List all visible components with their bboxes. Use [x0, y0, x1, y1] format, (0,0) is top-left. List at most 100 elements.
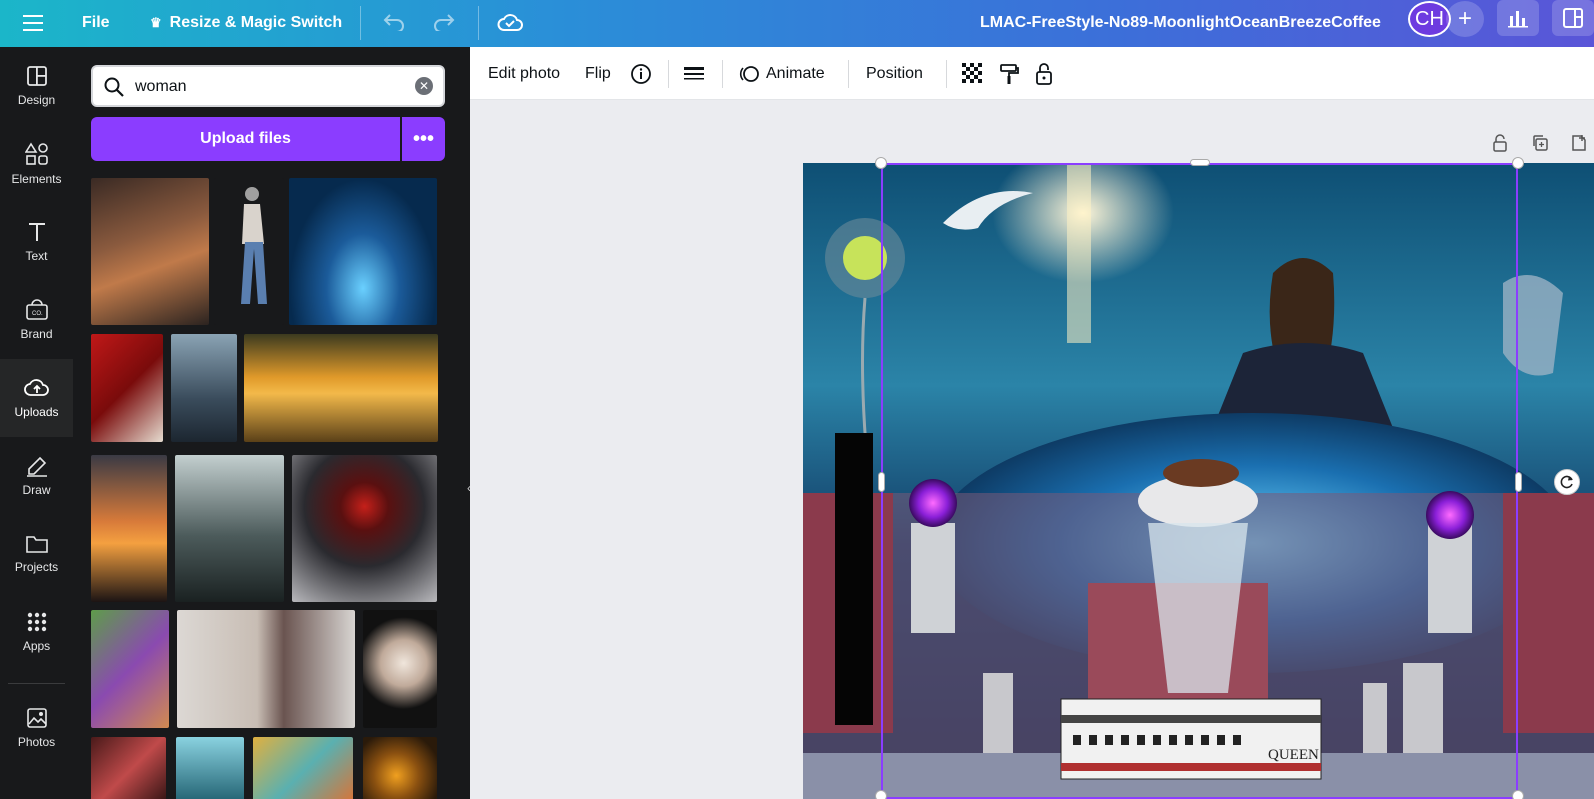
upload-thumbnail[interactable] [292, 455, 437, 602]
upload-thumbnail[interactable] [91, 455, 167, 602]
resize-handle[interactable] [1512, 157, 1524, 169]
design-artboard[interactable]: QUEEN [803, 163, 1594, 799]
divider [848, 60, 849, 88]
upload-thumbnail[interactable] [91, 178, 209, 325]
plus-icon[interactable]: + [1446, 1, 1484, 37]
rail-label: Design [17, 93, 56, 107]
resize-magic-switch-button[interactable]: ♛ Resize & Magic Switch [150, 14, 342, 32]
upload-thumbnail[interactable] [176, 737, 244, 799]
divider [946, 60, 947, 88]
rail-item-uploads[interactable]: Uploads [0, 359, 73, 437]
document-title[interactable]: LMAC-FreeStyle-No89-MoonlightOceanBreeze… [980, 14, 1381, 32]
upload-thumbnail[interactable] [253, 737, 353, 799]
search-field[interactable]: woman ✕ [91, 65, 445, 107]
transparency-icon[interactable] [962, 47, 984, 100]
resize-handle[interactable] [1512, 790, 1524, 799]
divider [722, 60, 723, 88]
upload-thumbnail[interactable] [91, 334, 163, 442]
rail-item-draw[interactable]: Draw [0, 437, 73, 515]
rail-item-design[interactable]: Design [0, 47, 73, 125]
svg-text:CO.: CO. [32, 311, 43, 317]
upload-thumbnail[interactable] [91, 610, 169, 728]
flip-button[interactable]: Flip [585, 47, 611, 100]
resize-handle[interactable] [1190, 159, 1210, 166]
rail-label: Text [25, 249, 48, 263]
rail-label: Photos [17, 735, 56, 749]
uploads-panel: woman ✕ Upload files ••• [73, 47, 470, 799]
divider [360, 6, 361, 40]
collage-image: QUEEN [803, 163, 1594, 799]
rail-label: Uploads [14, 405, 59, 419]
boat-name: QUEEN [1268, 747, 1319, 763]
upload-row: Upload files ••• [91, 117, 445, 161]
rail-item-projects[interactable]: Projects [0, 515, 73, 593]
folder-icon [25, 536, 48, 553]
upload-files-button[interactable]: Upload files [91, 117, 400, 161]
brand-icon: CO. [25, 299, 48, 320]
avatar[interactable]: CH [1408, 1, 1451, 37]
redo-icon[interactable] [428, 6, 460, 38]
rail-label: Draw [22, 483, 51, 497]
info-icon[interactable] [630, 47, 652, 100]
text-icon [28, 223, 45, 241]
page-lock-icon[interactable] [1492, 134, 1508, 157]
upload-thumbnail[interactable] [171, 334, 237, 442]
edit-photo-button[interactable]: Edit photo [488, 47, 560, 100]
resize-handle[interactable] [875, 790, 887, 799]
clear-search-icon[interactable]: ✕ [415, 77, 433, 95]
border-style-icon[interactable] [684, 47, 704, 100]
upload-thumbnail[interactable] [214, 178, 284, 325]
design-icon [26, 66, 47, 86]
rail-item-text[interactable]: Text [0, 203, 73, 281]
file-menu-button[interactable]: File [82, 14, 110, 32]
undo-icon[interactable] [378, 6, 410, 38]
panel-icon [1563, 8, 1583, 28]
rail-item-apps[interactable]: Apps [0, 593, 73, 671]
position-button[interactable]: Position [866, 47, 923, 100]
rail-label: Brand [20, 327, 53, 341]
upload-thumbnail[interactable] [177, 610, 355, 728]
resize-handle[interactable] [1515, 472, 1522, 492]
more-options-button[interactable]: ••• [402, 117, 445, 161]
add-page-icon[interactable] [1570, 134, 1588, 157]
upload-thumbnail[interactable] [244, 334, 438, 442]
rail-item-elements[interactable]: Elements [0, 125, 73, 203]
upload-thumbnail[interactable] [175, 455, 284, 602]
rail-label: Apps [22, 639, 51, 653]
panel-button[interactable] [1552, 0, 1594, 36]
top-bar: File ♛ Resize & Magic Switch LMAC-FreeSt… [0, 0, 1594, 47]
left-rail: Design Elements Text CO. Brand Uploads D… [0, 47, 73, 799]
animate-icon [739, 65, 759, 82]
rail-item-brand[interactable]: CO. Brand [0, 281, 73, 359]
divider [668, 60, 669, 88]
upload-thumbnail[interactable] [91, 737, 166, 799]
crown-icon: ♛ [150, 15, 162, 30]
apps-icon [27, 612, 46, 632]
rotate-icon[interactable] [1554, 469, 1580, 495]
context-toolbar: Edit photo Flip Animate Position [470, 47, 1594, 100]
divider [8, 683, 65, 684]
lock-icon[interactable] [1034, 47, 1054, 100]
rail-label: Projects [14, 560, 59, 574]
upload-thumbnail[interactable] [289, 178, 437, 325]
elements-icon [24, 142, 48, 165]
resize-handle[interactable] [878, 472, 885, 492]
analytics-button[interactable] [1497, 0, 1539, 36]
menu-icon[interactable] [18, 8, 48, 38]
photo-icon [26, 708, 47, 728]
duplicate-page-icon[interactable] [1531, 134, 1549, 157]
upload-thumbnail[interactable] [363, 610, 437, 728]
resize-handle[interactable] [875, 157, 887, 169]
rail-label: Elements [11, 172, 62, 186]
search-icon [104, 77, 124, 97]
search-input[interactable]: woman [135, 78, 187, 96]
rail-item-photos[interactable]: Photos [0, 689, 73, 767]
animate-label: Animate [766, 64, 825, 82]
paint-roller-icon[interactable] [998, 47, 1020, 100]
resize-label: Resize & Magic Switch [169, 14, 343, 31]
draw-icon [26, 456, 47, 477]
cloud-check-icon[interactable] [494, 6, 526, 38]
upload-thumbnail[interactable] [363, 737, 437, 799]
analytics-icon [1508, 11, 1528, 28]
animate-button[interactable]: Animate [738, 47, 825, 100]
